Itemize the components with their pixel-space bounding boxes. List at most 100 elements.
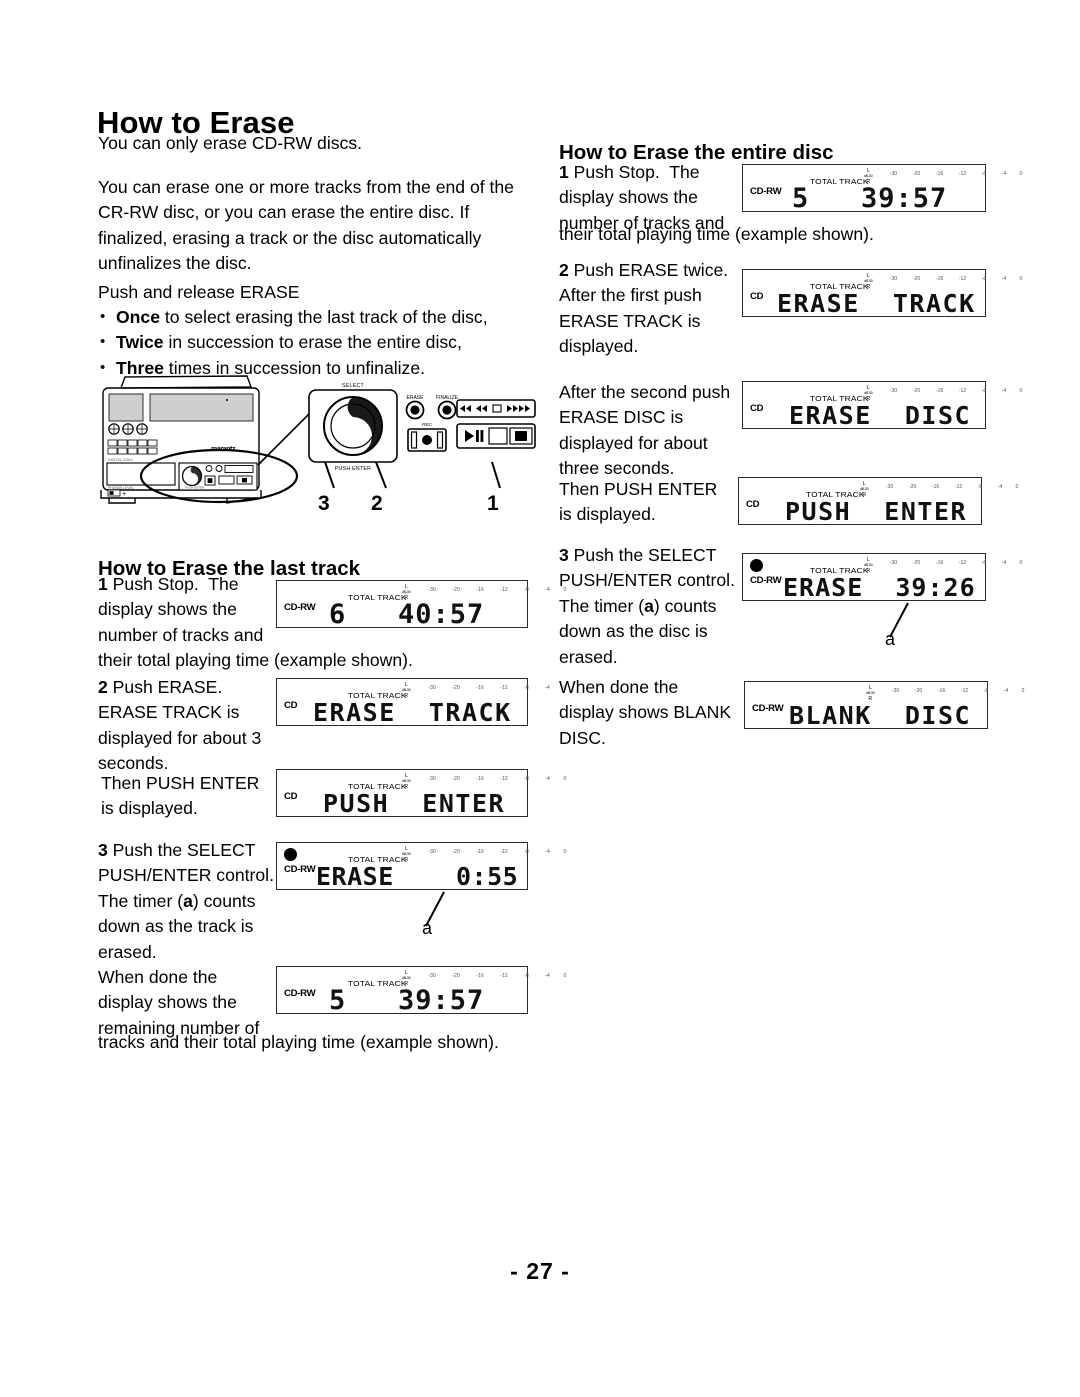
step-number: 3 bbox=[98, 840, 108, 860]
ed-step3: 3 Push the SELECT PUSH/ENTER control. Th… bbox=[559, 543, 735, 670]
lt-then-push-enter: Then PUSH ENTER is displayed. bbox=[101, 773, 260, 819]
intro-line1: You can only erase CD-RW discs. bbox=[98, 133, 363, 153]
intro-paragraph: You can erase one or more tracks from th… bbox=[98, 177, 514, 274]
lcd-mode-label: CD-RW bbox=[750, 575, 782, 587]
lt-step1: 1 Push Stop. The display shows the numbe… bbox=[98, 572, 263, 648]
lcd-mode-label: CD bbox=[750, 291, 764, 303]
callout-number-3: 3 bbox=[318, 492, 330, 515]
bullet-rest: to select erasing the last track of the … bbox=[160, 307, 488, 327]
ed-done-text: When done the display shows BLANK DISC. bbox=[559, 677, 732, 748]
lcd-main-text: ERASE 0:55 bbox=[316, 862, 519, 891]
timer-a-leader bbox=[425, 891, 445, 927]
lcd-main-text: ERASE TRACK bbox=[777, 289, 976, 318]
lcd-lr-meter: LdB-50 R bbox=[860, 481, 869, 498]
timer-a-ref: a bbox=[183, 890, 193, 911]
lcd-lr-meter: LdB-50 R bbox=[864, 273, 873, 290]
stop-icon bbox=[515, 431, 527, 441]
lcd-display: CD-RW LdB-50 R -30 -20 -16 -12 -8 -4 0 BLANK DI… bbox=[744, 681, 1024, 730]
lcd-db-scale: -30 -20 -16 -12 -8 -4 0 bbox=[428, 973, 567, 979]
lcd-display: CD TOTAL TRACK LdB-50 R -30 -20 -16 -12 -8 -4 0… bbox=[742, 381, 1022, 430]
erase-bullet-list: Once to select erasing the last track of… bbox=[98, 304, 488, 381]
lcd-mode-label: CD bbox=[746, 499, 760, 511]
lcd-mode-label: CD-RW bbox=[752, 703, 784, 715]
lcd-lr-meter: LdB-50 R bbox=[402, 773, 411, 790]
left-knobs bbox=[108, 423, 148, 435]
record-indicator-icon bbox=[750, 559, 763, 572]
lcd-main-text: ERASE DISC bbox=[789, 401, 972, 430]
manual-page: How to Erase You can only erase CD-RW di… bbox=[0, 0, 1080, 1397]
finalize-label-text: FINALIZE bbox=[436, 395, 459, 401]
callout-leaders bbox=[324, 461, 501, 489]
ed-step1-wide: their total playing time (example shown)… bbox=[559, 224, 874, 244]
lcd-db-scale: -30 -20 -16 -12 -8 -4 0 bbox=[889, 388, 1023, 394]
step-number: 2 bbox=[98, 677, 108, 697]
erase-label-text: ERASE bbox=[407, 395, 425, 401]
ed-second-push: After the second push ERASE DISC is disp… bbox=[559, 382, 731, 479]
lt-step2: 2 Push ERASE. ERASE TRACK is displayed f… bbox=[98, 675, 261, 777]
lcd-main-text: PUSH ENTER bbox=[323, 789, 506, 818]
lcd-main-text: BLANK DISC bbox=[789, 701, 972, 730]
step-number: 3 bbox=[559, 545, 569, 565]
select-label-text: SELECT bbox=[342, 383, 365, 389]
lcd-display: CD-RW TOTAL TRACK LdB-50 R -30 -20 -16 -12 -8… bbox=[276, 966, 566, 1016]
timer-a-label: a bbox=[885, 629, 896, 649]
step-number: 1 bbox=[559, 162, 569, 182]
step-number: 2 bbox=[559, 260, 569, 280]
timer-a-leader bbox=[889, 602, 909, 638]
lcd-display: CD TOTAL TRACK LdB-50 R -30 -20 -16 -12 -8 -4 0… bbox=[742, 269, 1022, 318]
lcd-mode-label: CD-RW bbox=[284, 864, 316, 876]
lcd-main-text: ERASE 39:26 bbox=[783, 573, 976, 602]
lcd-db-scale: -30 -20 -16 -12 -8 -4 0 bbox=[885, 484, 1019, 490]
push-release-label: Push and release ERASE bbox=[98, 282, 300, 302]
lcd-display: CD TOTAL TRACK LdB-50 R -30 -20 -16 -12 -8 -4 0… bbox=[276, 769, 566, 818]
lcd-mode-label: CD bbox=[284, 791, 298, 803]
lcd-db-scale: -30 -20 -16 -12 -8 -4 0 bbox=[889, 171, 1023, 177]
lt-step3: 3 Push the SELECT PUSH/ENTER control. Th… bbox=[98, 838, 274, 965]
bullet-rest: in succession to erase the entire disc, bbox=[163, 332, 462, 353]
record-indicator-icon bbox=[284, 848, 297, 861]
lcd-lr-meter: LdB-50 R bbox=[864, 557, 873, 574]
lt-done-wide: tracks and their total playing time (exa… bbox=[98, 1032, 499, 1052]
svg-text:+: + bbox=[122, 491, 126, 498]
lt-step1-wide: their total playing time (example shown)… bbox=[98, 650, 413, 670]
list-item: Twice in succession to erase the entire … bbox=[98, 329, 488, 355]
step-number: 1 bbox=[98, 574, 108, 594]
callout-number-2: 2 bbox=[371, 492, 383, 515]
list-item: Once to select erasing the last track of… bbox=[98, 304, 488, 330]
speaker-grille bbox=[108, 393, 254, 422]
lcd-mode-label: CD-RW bbox=[284, 602, 316, 614]
lcd-db-scale: -30 -20 -16 -12 -8 -4 0 bbox=[889, 276, 1023, 282]
lcd-mode-label: CD bbox=[284, 700, 298, 712]
lcd-main-text: 5 39:57 bbox=[329, 985, 485, 1016]
rec-label-text: REC bbox=[422, 422, 432, 427]
lcd-main-text: 5 39:57 bbox=[792, 183, 948, 214]
lcd-db-scale: -30 -20 -16 -12 -8 -4 0 bbox=[891, 688, 1025, 694]
lcd-lr-meter: LdB-50 R bbox=[866, 685, 875, 702]
svg-text:PHONES LEVEL: PHONES LEVEL bbox=[108, 486, 134, 490]
lcd-mode-label: CD-RW bbox=[750, 186, 782, 198]
lcd-main-text: ERASE TRACK bbox=[313, 698, 512, 727]
ed-step2: 2 Push ERASE twice. After the first push… bbox=[559, 258, 728, 360]
lcd-db-scale: -30 -20 -16 -12 -8 -4 0 bbox=[889, 560, 1023, 566]
timer-a-ref: a bbox=[644, 595, 654, 616]
callout-number-1: 1 bbox=[487, 492, 499, 515]
lcd-display: CD-RW TOTAL TRACK LdB-50 R -30 -20 -16 -12 -8… bbox=[742, 553, 1022, 602]
lcd-db-scale: -30 -20 -16 -12 -8 -4 0 bbox=[428, 849, 567, 855]
lcd-db-scale: -30 -20 -16 -12 -8 -4 0 bbox=[428, 685, 567, 691]
lcd-db-scale: -30 -20 -16 -12 -8 -4 0 bbox=[428, 587, 567, 593]
lcd-main-text: PUSH ENTER bbox=[785, 497, 968, 526]
lcd-lr-meter: LdB-50 R bbox=[402, 846, 411, 863]
lcd-lr-meter: LdB-50 R bbox=[864, 385, 873, 402]
lcd-db-scale: -30 -20 -16 -12 -8 -4 0 bbox=[428, 776, 567, 782]
lcd-display: CD TOTAL TRACK LdB-50 R -30 -20 -16 -12 -8 -4 0… bbox=[276, 678, 566, 727]
button-grid bbox=[107, 439, 158, 455]
lcd-lr-meter: LdB-50 R bbox=[402, 682, 411, 699]
svg-text:PUSH ENTER: PUSH ENTER bbox=[185, 486, 205, 490]
step-body: Push ERASE twice. After the first push E… bbox=[559, 260, 729, 357]
lcd-display: CD-RW TOTAL TRACK LdB-50 R -30 -20 -16 -12 -8… bbox=[742, 164, 1022, 214]
lcd-mode-label: CD-RW bbox=[284, 988, 316, 1000]
page-number: - 27 - bbox=[510, 1258, 570, 1284]
bullet-bold-once: Once bbox=[116, 307, 161, 327]
lcd-main-text: 6 40:57 bbox=[329, 599, 485, 630]
svg-text:DIGITAL COAX: DIGITAL COAX bbox=[108, 458, 133, 462]
